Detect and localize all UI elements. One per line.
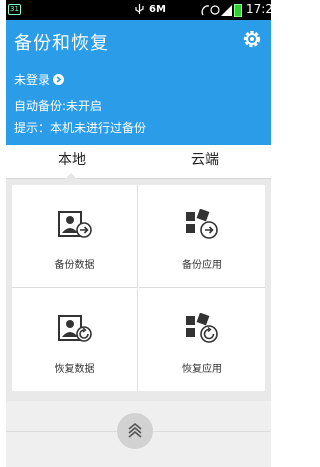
arrow-right-icon <box>53 74 65 85</box>
action-grid: 备份数据 备份应用 恢复数据 恢复应用 <box>12 185 265 392</box>
backup-apps-button[interactable]: 备份应用 <box>139 185 265 288</box>
chevron-up-icon <box>128 422 142 438</box>
backup-data-icon <box>58 211 92 238</box>
restore-data-label: 恢复数据 <box>54 364 95 375</box>
gear-icon[interactable] <box>241 28 263 50</box>
tab-local-label: 本地 <box>58 152 86 168</box>
restore-data-button[interactable]: 恢复数据 <box>12 289 138 392</box>
tab-bar: 本地 云端 <box>6 145 271 180</box>
app-header: 备份和恢复 未登录 自动备份:未开启 提示：本机未进行过备份 <box>6 20 271 145</box>
expand-button[interactable] <box>117 413 153 449</box>
bottom-panel <box>6 401 271 467</box>
action-grid-area: 备份数据 备份应用 恢复数据 恢复应用 <box>6 179 271 401</box>
backup-data-label: 备份数据 <box>54 260 95 271</box>
backup-data-button[interactable]: 备份数据 <box>12 185 138 288</box>
backup-apps-label: 备份应用 <box>182 260 222 271</box>
status-time: 17:27 <box>246 2 281 16</box>
restore-apps-button[interactable]: 恢复应用 <box>139 289 265 392</box>
battery-icon <box>234 4 242 17</box>
network-speed: 6M <box>149 4 166 15</box>
status-bar: 31 6M 17:27 <box>6 0 281 20</box>
restore-data-icon <box>58 315 92 342</box>
tab-cloud[interactable]: 云端 <box>139 145 271 179</box>
tab-cloud-label: 云端 <box>191 152 219 168</box>
auto-backup-status: 自动备份:未开启 <box>14 99 103 113</box>
login-link[interactable]: 未登录 <box>14 71 65 88</box>
usb-icon <box>135 4 144 14</box>
backup-tip: 提示：本机未进行过备份 <box>14 121 147 135</box>
backup-apps-icon <box>186 209 218 239</box>
signal-icons <box>201 5 232 16</box>
tab-local[interactable]: 本地 <box>6 145 138 180</box>
login-label: 未登录 <box>14 73 51 87</box>
restore-apps-icon <box>186 313 218 343</box>
page-title: 备份和恢复 <box>14 33 109 54</box>
notification-badge: 31 <box>8 4 21 15</box>
restore-apps-label: 恢复应用 <box>182 364 222 375</box>
